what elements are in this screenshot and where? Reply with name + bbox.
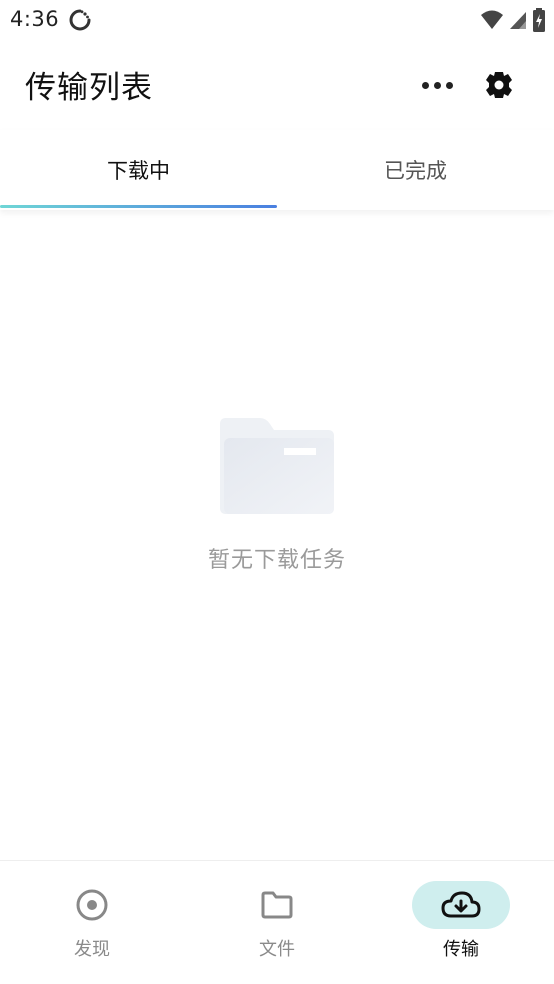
tab-downloading[interactable]: 下载中 [0, 130, 277, 210]
battery-charging-icon [533, 8, 545, 32]
nav-label: 传输 [443, 939, 479, 960]
more-dot [445, 81, 453, 89]
transfer-tabs: 下载中 已完成 [0, 130, 554, 210]
discover-icon [76, 889, 108, 921]
nav-label: 文件 [259, 939, 295, 960]
tab-completed[interactable]: 已完成 [277, 130, 554, 210]
folder-icon [220, 418, 334, 514]
nav-icon-wrap [228, 881, 326, 929]
nav-icon-wrap-active [412, 881, 510, 929]
tab-label: 已完成 [384, 159, 447, 183]
page-title: 传输列表 [25, 70, 153, 106]
nav-label: 发现 [74, 939, 110, 960]
empty-state: 暂无下载任务 [0, 410, 554, 590]
tab-indicator [0, 205, 277, 208]
cloud-download-icon [441, 891, 481, 918]
status-icons [480, 8, 546, 32]
sync-icon [69, 9, 91, 31]
more-horizontal-icon [421, 81, 429, 89]
empty-message: 暂无下载任务 [207, 548, 346, 573]
nav-item-transfer[interactable]: 传输 [369, 861, 553, 984]
gear-icon[interactable] [482, 68, 516, 102]
tab-label: 下载中 [107, 159, 170, 183]
status-time: 4:36 [10, 7, 60, 31]
nav-item-files[interactable]: 文件 [185, 861, 369, 984]
folder-icon [261, 891, 293, 919]
signal-icon [510, 12, 526, 29]
app-header: 传输列表 [0, 40, 554, 130]
status-bar: 4:36 [0, 0, 554, 40]
bottom-nav: 发现 文件 传输 [0, 860, 554, 984]
more-dot [433, 81, 441, 89]
nav-icon-wrap [43, 881, 141, 929]
more-button[interactable] [418, 70, 456, 100]
wifi-icon [481, 10, 503, 29]
nav-item-discover[interactable]: 发现 [0, 861, 184, 984]
